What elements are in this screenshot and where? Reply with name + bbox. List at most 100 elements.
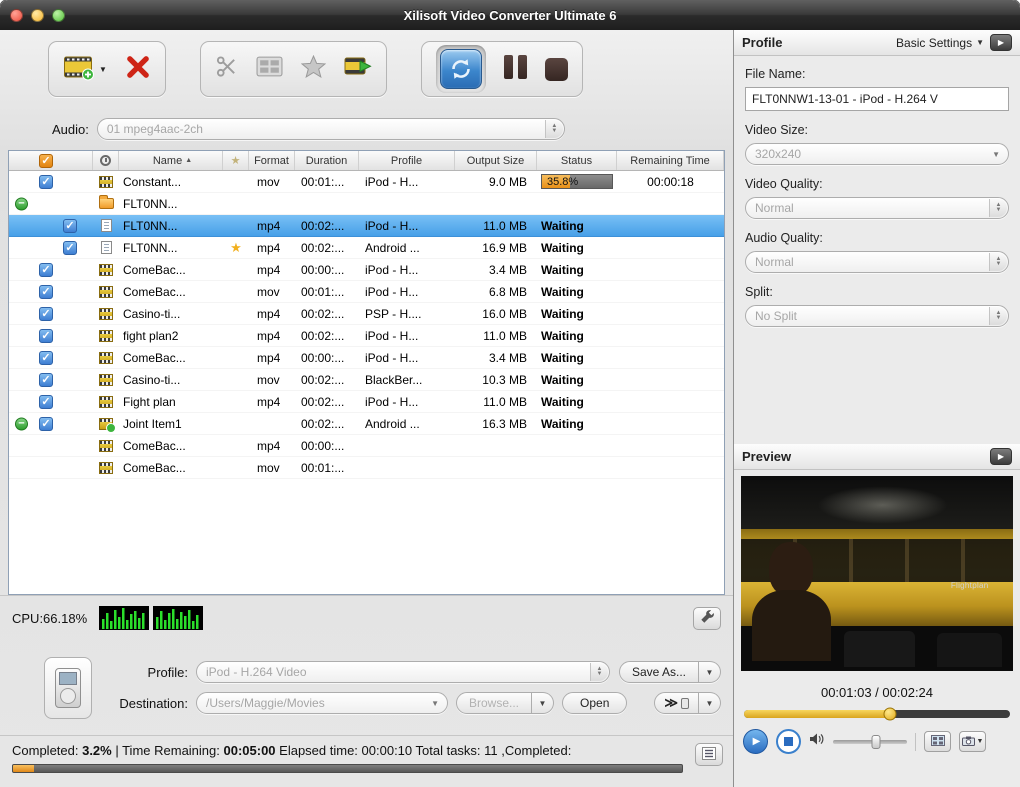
snapshot-film-button[interactable] bbox=[924, 731, 951, 752]
column-remaining-time[interactable]: Remaining Time bbox=[617, 151, 724, 170]
stepper-arrows-icon[interactable]: ▲▼ bbox=[989, 307, 1007, 325]
remaining-time bbox=[617, 347, 724, 368]
open-button[interactable]: Open bbox=[562, 692, 627, 714]
preset-dropdown[interactable]: Basic Settings▼ bbox=[896, 36, 984, 50]
column-status[interactable]: Status bbox=[537, 151, 617, 170]
clip-button[interactable] bbox=[215, 55, 238, 83]
split-select[interactable]: No Split ▲▼ bbox=[745, 305, 1009, 327]
row-checkbox[interactable]: ✓ bbox=[39, 307, 53, 321]
expand-preview-button[interactable]: ▶ bbox=[990, 448, 1012, 465]
device-button[interactable] bbox=[44, 657, 92, 719]
file-name-input[interactable] bbox=[745, 87, 1009, 111]
table-row[interactable]: ComeBac...mp400:00:... bbox=[9, 435, 724, 457]
minimize-window-button[interactable] bbox=[31, 9, 44, 22]
volume-thumb[interactable] bbox=[871, 735, 880, 749]
column-star[interactable]: ★ bbox=[223, 151, 249, 170]
destination-select[interactable]: /Users/Maggie/Movies ▼ bbox=[196, 692, 448, 714]
stop-button[interactable] bbox=[545, 58, 568, 81]
browse-button[interactable]: Browse... bbox=[456, 692, 532, 714]
table-row[interactable]: −✓Joint Item100:02:...Android ...16.3 MB… bbox=[9, 413, 724, 435]
column-select[interactable]: ✓ bbox=[9, 151, 93, 170]
column-output-size[interactable]: Output Size bbox=[455, 151, 537, 170]
table-row[interactable]: −FLT0NN... bbox=[9, 193, 724, 215]
close-window-button[interactable] bbox=[10, 9, 23, 22]
video-size-select[interactable]: 320x240 ▼ bbox=[745, 143, 1009, 165]
table-row[interactable]: ✓Casino-ti...mp400:02:...PSP - H....16.0… bbox=[9, 303, 724, 325]
table-row[interactable]: ✓Constant...mov00:01:...iPod - H...9.0 M… bbox=[9, 171, 724, 193]
duration: 00:01:... bbox=[295, 171, 359, 192]
row-checkbox[interactable]: ✓ bbox=[39, 329, 53, 343]
column-format[interactable]: Format bbox=[249, 151, 295, 170]
save-as-dropdown-button[interactable]: ▼ bbox=[699, 661, 721, 683]
table-row[interactable]: ✓fight plan2mp400:02:...iPod - H...11.0 … bbox=[9, 325, 724, 347]
seek-thumb[interactable] bbox=[884, 708, 897, 721]
save-as-button[interactable]: Save As... bbox=[619, 661, 699, 683]
titlebar[interactable]: Xilisoft Video Converter Ultimate 6 bbox=[0, 0, 1020, 30]
table-row[interactable]: ✓Casino-ti...mov00:02:...BlackBer...10.3… bbox=[9, 369, 724, 391]
convert-icon bbox=[440, 49, 482, 89]
column-type[interactable] bbox=[93, 151, 119, 170]
preview-video[interactable]: Flightplan bbox=[741, 476, 1013, 671]
file-name: Casino-ti... bbox=[119, 303, 223, 324]
format bbox=[249, 413, 295, 434]
profile: Android ... bbox=[359, 413, 455, 434]
effects-button[interactable] bbox=[301, 55, 326, 83]
table-row[interactable]: ✓ComeBac...mp400:00:...iPod - H...3.4 MB… bbox=[9, 347, 724, 369]
table-row[interactable]: ✓ComeBac...mp400:00:...iPod - H...3.4 MB… bbox=[9, 259, 724, 281]
row-checkbox[interactable]: ✓ bbox=[39, 373, 53, 387]
speaker-icon[interactable] bbox=[809, 732, 825, 751]
collapse-icon[interactable]: − bbox=[15, 197, 28, 210]
column-duration[interactable]: Duration bbox=[295, 151, 359, 170]
stepper-arrows-icon[interactable]: ▲▼ bbox=[989, 253, 1007, 271]
audio-track-select[interactable]: 01 mpeg4aac-2ch ▲▼ bbox=[97, 118, 565, 140]
row-checkbox[interactable]: ✓ bbox=[63, 241, 77, 255]
column-name[interactable]: Name▲ bbox=[119, 151, 223, 170]
volume-slider[interactable] bbox=[833, 740, 907, 744]
stepper-arrows-icon[interactable]: ▲▼ bbox=[545, 120, 563, 138]
stop-playback-button[interactable] bbox=[776, 729, 801, 754]
audio-quality-select[interactable]: Normal ▲▼ bbox=[745, 251, 1009, 273]
stepper-arrows-icon[interactable]: ▲▼ bbox=[590, 663, 608, 681]
row-checkbox[interactable]: ✓ bbox=[39, 263, 53, 277]
output-size bbox=[455, 193, 537, 214]
convert-button[interactable] bbox=[436, 45, 486, 93]
table-row[interactable]: ✓FLT0NN...mp400:02:...iPod - H...11.0 MB… bbox=[9, 215, 724, 237]
profile-select[interactable]: iPod - H.264 Video ▲▼ bbox=[196, 661, 610, 683]
play-button[interactable]: ▶ bbox=[743, 729, 768, 754]
seek-bar[interactable] bbox=[744, 710, 1010, 718]
row-checkbox[interactable]: ✓ bbox=[39, 395, 53, 409]
browse-dropdown-button[interactable]: ▼ bbox=[532, 692, 554, 714]
row-checkbox[interactable]: ✓ bbox=[39, 351, 53, 365]
row-checkbox[interactable]: ✓ bbox=[39, 175, 53, 189]
seek-fill bbox=[744, 710, 890, 718]
settings-wrench-button[interactable] bbox=[693, 607, 721, 630]
row-checkbox[interactable]: ✓ bbox=[63, 219, 77, 233]
add-file-button[interactable]: ▼ bbox=[63, 53, 107, 86]
row-checkbox[interactable]: ✓ bbox=[39, 285, 53, 299]
merge-button[interactable] bbox=[344, 55, 372, 83]
zoom-window-button[interactable] bbox=[52, 9, 65, 22]
stepper-arrows-icon[interactable]: ▲▼ bbox=[989, 199, 1007, 217]
select-all-checkbox[interactable]: ✓ bbox=[39, 154, 53, 168]
apply-to-all-button[interactable]: ≫ bbox=[654, 692, 699, 714]
collapse-icon[interactable]: − bbox=[15, 417, 28, 430]
pause-button[interactable] bbox=[504, 55, 527, 84]
add-file-dropdown-icon[interactable]: ▼ bbox=[99, 65, 107, 74]
file-name: FLT0NN... bbox=[119, 215, 223, 236]
task-list-button[interactable] bbox=[695, 743, 723, 766]
table-row[interactable]: ✓ComeBac...mov00:01:...iPod - H...6.8 MB… bbox=[9, 281, 724, 303]
table-row[interactable]: ComeBac...mov00:01:... bbox=[9, 457, 724, 479]
output-size: 3.4 MB bbox=[455, 259, 537, 280]
snapshot-camera-button[interactable]: ▼ bbox=[959, 731, 986, 752]
column-profile[interactable]: Profile bbox=[359, 151, 455, 170]
table-row[interactable]: ✓Fight planmp400:02:...iPod - H...11.0 M… bbox=[9, 391, 724, 413]
table-row[interactable]: ✓FLT0NN...★mp400:02:...Android ...16.9 M… bbox=[9, 237, 724, 259]
crop-button[interactable] bbox=[256, 56, 283, 82]
overall-progress-bar bbox=[12, 764, 683, 773]
row-checkbox[interactable]: ✓ bbox=[39, 417, 53, 431]
expand-profile-button[interactable]: ▶ bbox=[990, 34, 1012, 51]
remaining-time bbox=[617, 435, 724, 456]
apply-to-all-dropdown-button[interactable]: ▼ bbox=[699, 692, 721, 714]
video-quality-select[interactable]: Normal ▲▼ bbox=[745, 197, 1009, 219]
delete-button[interactable] bbox=[125, 54, 151, 85]
